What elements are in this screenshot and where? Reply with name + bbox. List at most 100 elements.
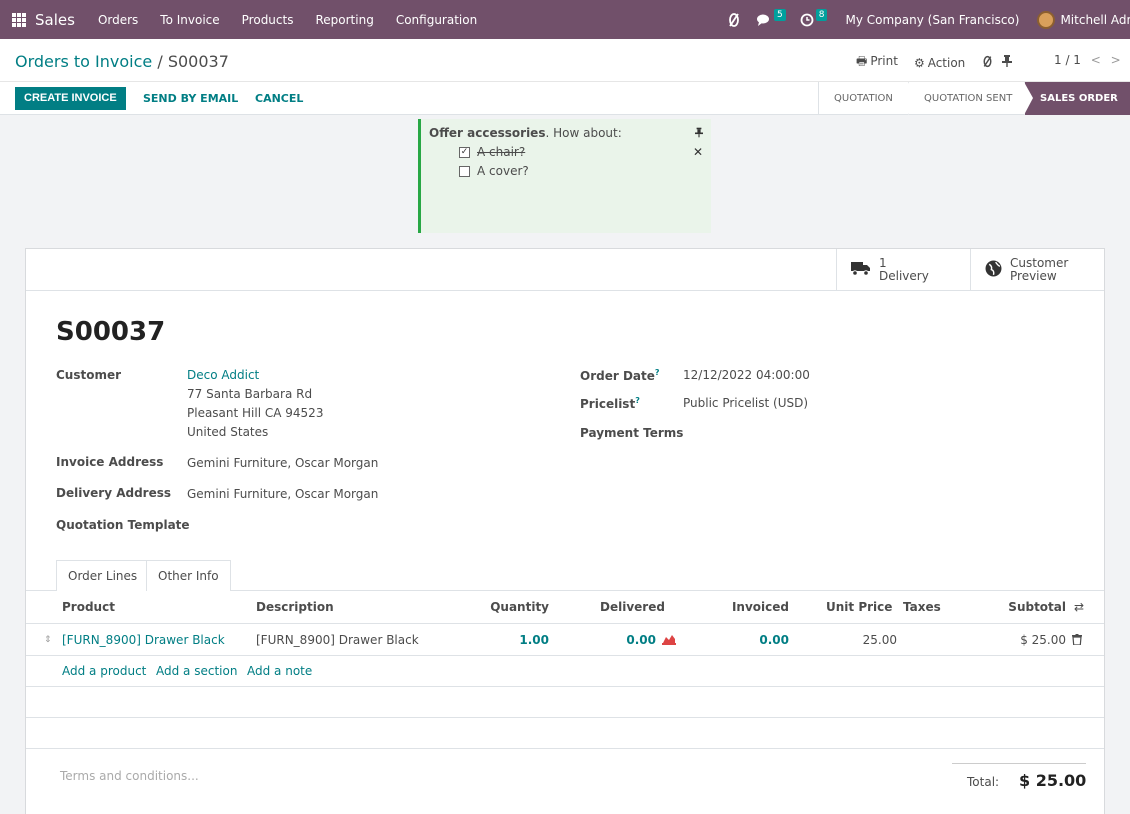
breadcrumb: Orders to Invoice / S00037 bbox=[15, 52, 229, 71]
menu-to-invoice[interactable]: To Invoice bbox=[160, 13, 219, 27]
print-label: Print bbox=[870, 54, 898, 68]
header-subtotal[interactable]: Subtotal bbox=[976, 591, 1066, 623]
invoice-address-value[interactable]: Gemini Furniture, Oscar Morgan bbox=[187, 454, 378, 473]
customer-field: Deco Addict 77 Santa Barbara Rd Pleasant… bbox=[187, 366, 323, 442]
row-invoiced[interactable]: 0.00 bbox=[706, 624, 789, 655]
stage-quotation[interactable]: QUOTATION bbox=[818, 82, 917, 115]
invoice-address-label: Invoice Address bbox=[56, 455, 164, 469]
help-mark[interactable]: ? bbox=[635, 396, 640, 405]
tab-other-info[interactable]: Other Info bbox=[146, 560, 231, 591]
order-date-value[interactable]: 12/12/2022 04:00:00 bbox=[683, 366, 810, 385]
total-divider bbox=[952, 763, 1086, 764]
add-product-link[interactable]: Add a product bbox=[62, 664, 146, 678]
menu-configuration[interactable]: Configuration bbox=[396, 13, 477, 27]
add-note-link[interactable]: Add a note bbox=[247, 664, 312, 678]
apps-grid-icon[interactable] bbox=[12, 12, 26, 27]
stage-quotation-sent[interactable]: QUOTATION SENT bbox=[908, 82, 1033, 115]
drag-handle-icon[interactable]: ⇕ bbox=[44, 624, 52, 655]
messages-badge: 5 bbox=[774, 8, 786, 21]
stage-sales-order[interactable]: SALES ORDER bbox=[1024, 82, 1130, 115]
activities-badge: 8 bbox=[815, 8, 828, 21]
pricelist-value[interactable]: Public Pricelist (USD) bbox=[683, 394, 808, 413]
smart-button-box: 1 Delivery Customer Preview bbox=[26, 249, 1104, 291]
row-product[interactable]: [FURN_8900] Drawer Black bbox=[62, 624, 225, 655]
truck-icon bbox=[851, 260, 871, 280]
stage-chevron bbox=[908, 82, 917, 115]
activities-icon[interactable]: 8 bbox=[800, 8, 828, 27]
empty-row bbox=[26, 687, 1104, 718]
pager: 1 / 1 < > bbox=[1054, 53, 1121, 67]
customer-link[interactable]: Deco Addict bbox=[187, 368, 259, 382]
app-name[interactable]: Sales bbox=[35, 11, 75, 29]
breadcrumb-separator: / bbox=[157, 52, 163, 71]
note-title: Offer accessories. How about: bbox=[429, 126, 703, 140]
create-invoice-button[interactable]: CREATE INVOICE bbox=[15, 87, 126, 110]
forecast-chart-icon[interactable] bbox=[662, 624, 676, 655]
menu-orders[interactable]: Orders bbox=[98, 13, 138, 27]
terms-and-conditions-field[interactable]: Terms and conditions... bbox=[60, 769, 199, 783]
pager-value[interactable]: 1 / 1 bbox=[1054, 53, 1081, 67]
pin-icon[interactable] bbox=[1002, 55, 1013, 70]
debug-icon-small[interactable] bbox=[981, 55, 994, 71]
row-delivered[interactable]: 0.00 bbox=[586, 624, 656, 655]
menu-reporting[interactable]: Reporting bbox=[315, 13, 373, 27]
header-unit-price[interactable]: Unit Price bbox=[826, 591, 892, 623]
header-product[interactable]: Product bbox=[62, 591, 115, 623]
checkbox-checked-icon[interactable]: ✓ bbox=[459, 146, 470, 158]
total-label: Total: bbox=[967, 775, 1000, 789]
delivery-address-value[interactable]: Gemini Furniture, Oscar Morgan bbox=[187, 485, 378, 504]
pricelist-label-text: Pricelist bbox=[580, 397, 636, 411]
messages-icon[interactable]: 5 bbox=[756, 8, 786, 27]
user-menu[interactable]: Mitchell Admin bbox=[1060, 13, 1130, 27]
record-actions: 🖶 Print ⚙ Action bbox=[856, 52, 1020, 73]
customer-label: Customer bbox=[56, 368, 122, 382]
stage-quotation-label: QUOTATION bbox=[834, 93, 893, 104]
row-description[interactable]: [FURN_8900] Drawer Black bbox=[256, 624, 419, 655]
help-mark[interactable]: ? bbox=[655, 368, 660, 377]
send-by-email-button[interactable]: SEND BY EMAIL bbox=[143, 87, 238, 110]
action-label: Action bbox=[927, 55, 966, 70]
action-button[interactable]: ⚙ Action bbox=[914, 56, 973, 70]
note-close-icon[interactable]: ✕ bbox=[693, 145, 703, 159]
user-avatar[interactable] bbox=[1037, 10, 1056, 29]
trash-icon[interactable] bbox=[1072, 624, 1082, 655]
breadcrumb-current: S00037 bbox=[167, 52, 229, 71]
company-switcher[interactable]: My Company (San Francisco) bbox=[845, 13, 1019, 27]
order-date-label-text: Order Date bbox=[580, 369, 655, 383]
optional-columns-icon[interactable]: ⇄ bbox=[1074, 591, 1084, 623]
suggestion-item-chair[interactable]: ✓ A chair? bbox=[459, 145, 703, 159]
row-quantity[interactable]: 1.00 bbox=[466, 624, 549, 655]
delivery-count: 1 bbox=[879, 256, 887, 270]
tab-order-lines[interactable]: Order Lines bbox=[56, 560, 150, 591]
header-quantity[interactable]: Quantity bbox=[466, 591, 549, 623]
empty-row bbox=[26, 718, 1104, 749]
globe-icon bbox=[985, 260, 1002, 281]
add-section-link[interactable]: Add a section bbox=[156, 664, 237, 678]
note-pin-icon[interactable] bbox=[695, 127, 703, 141]
top-navbar: Sales Orders To Invoice Products Reporti… bbox=[0, 0, 1130, 39]
row-unit-price[interactable]: 25.00 bbox=[826, 624, 897, 655]
suggestion-item-cover[interactable]: A cover? bbox=[459, 164, 703, 178]
gear-icon: ⚙ bbox=[913, 55, 925, 70]
checkbox-icon[interactable] bbox=[459, 165, 470, 177]
breadcrumb-parent[interactable]: Orders to Invoice bbox=[15, 52, 152, 71]
header-description[interactable]: Description bbox=[256, 591, 334, 623]
cancel-button[interactable]: CANCEL bbox=[255, 87, 303, 110]
navbar-systray: 5 8 My Company (San Francisco) Mitchell … bbox=[726, 0, 1130, 39]
pager-next-icon[interactable]: > bbox=[1111, 53, 1121, 67]
header-delivered[interactable]: Delivered bbox=[600, 591, 665, 623]
print-icon: 🖶 bbox=[856, 54, 868, 68]
table-row[interactable]: ⇕ [FURN_8900] Drawer Black [FURN_8900] D… bbox=[26, 624, 1104, 656]
header-taxes[interactable]: Taxes bbox=[903, 591, 941, 623]
suggestion-item-label: A cover? bbox=[477, 164, 529, 178]
menu-products[interactable]: Products bbox=[242, 13, 294, 27]
customer-preview-button[interactable]: Customer Preview bbox=[970, 249, 1104, 291]
debug-icon[interactable] bbox=[726, 12, 742, 28]
customer-address-line-3: United States bbox=[187, 425, 269, 439]
pager-previous-icon[interactable]: < bbox=[1091, 53, 1101, 67]
print-button[interactable]: 🖶 Print bbox=[856, 52, 906, 73]
delivery-smart-button[interactable]: 1 Delivery bbox=[836, 249, 970, 291]
header-invoiced[interactable]: Invoiced bbox=[706, 591, 789, 623]
order-date-label: Order Date? bbox=[580, 368, 660, 383]
delivery-label: Delivery bbox=[879, 269, 929, 283]
